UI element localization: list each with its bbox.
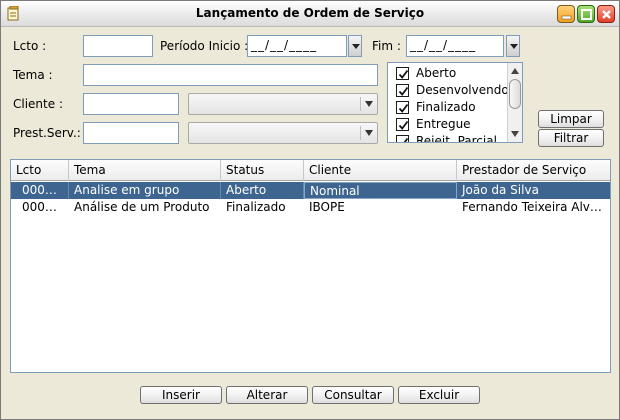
status-finalizado-label: Finalizado [416, 100, 476, 114]
alterar-button[interactable]: Alterar [226, 386, 308, 404]
checkbox-checked-icon [396, 135, 409, 142]
title-bar[interactable]: Lançamento de Ordem de Serviço [1, 1, 619, 27]
cell-tema: Analise em grupo [69, 182, 221, 199]
cell-prestador: Fernando Teixeira Alves... [462, 200, 607, 214]
inserir-button[interactable]: Inserir [140, 386, 222, 404]
table-row[interactable]: 000015 Análise de um Produto Finalizado … [11, 199, 610, 216]
periodo-label: Período Inicio : [160, 39, 249, 53]
status-checklist: Aberto Desenvolvendo Finalizado Entregue… [387, 62, 523, 143]
column-header-prestador[interactable]: Prestador de Serviço [457, 160, 610, 181]
cliente-label: Cliente : [13, 97, 63, 111]
filtrar-button[interactable]: Filtrar [538, 129, 604, 147]
lcto-label: Lcto : [13, 39, 47, 53]
scroll-up-icon[interactable] [511, 68, 519, 74]
lcto-input[interactable] [83, 35, 153, 57]
prest-serv-combo-separator [360, 126, 361, 140]
cell-prestador: João da Silva [462, 183, 539, 197]
tema-input[interactable] [83, 64, 378, 86]
fim-label: Fim : [372, 39, 401, 53]
close-button[interactable] [597, 5, 615, 23]
periodo-inicio-dropdown-icon[interactable] [348, 35, 362, 57]
checkbox-checked-icon [396, 67, 409, 80]
status-desenvolvendo-label: Desenvolvendo [416, 83, 509, 97]
fim-field[interactable]: __/__/____ [406, 35, 504, 57]
column-header-tema[interactable]: Tema [69, 160, 221, 181]
minimize-button[interactable] [557, 5, 575, 23]
tema-label: Tema : [13, 68, 53, 82]
column-header-status[interactable]: Status [221, 160, 304, 181]
limpar-button[interactable]: Limpar [538, 110, 604, 128]
cell-cliente: Nominal [304, 182, 457, 199]
checkbox-checked-icon [396, 101, 409, 114]
status-rejeit-parcial-label: Rejeit. Parcial [416, 134, 497, 143]
cell-lcto: 000015 [22, 200, 68, 214]
status-entregue-label: Entregue [416, 117, 471, 131]
scroll-thumb[interactable] [509, 79, 521, 109]
checkbox-checked-icon [396, 118, 409, 131]
prest-serv-combo[interactable] [188, 122, 378, 144]
chevron-down-icon [365, 101, 373, 107]
table-row[interactable]: 000020 Analise em grupo Aberto Nominal J… [11, 182, 610, 199]
window-title: Lançamento de Ordem de Serviço [195, 6, 425, 20]
scroll-down-icon[interactable] [511, 131, 519, 137]
cell-tema: Análise de um Produto [74, 200, 210, 214]
status-aberto-label: Aberto [416, 66, 457, 80]
cell-cliente: IBOPE [309, 200, 345, 214]
checkbox-checked-icon [396, 84, 409, 97]
chevron-down-icon [365, 130, 373, 136]
results-table: Lcto Tema Status Cliente Prestador de Se… [10, 159, 611, 373]
prest-serv-label: Prest.Serv.: [13, 126, 81, 140]
column-header-lcto[interactable]: Lcto [11, 160, 69, 181]
excluir-button[interactable]: Excluir [398, 386, 480, 404]
prest-serv-input[interactable] [83, 122, 179, 144]
status-scrollbar[interactable] [507, 63, 522, 142]
cell-status: Aberto [221, 182, 304, 199]
main-window: Lançamento de Ordem de Serviço Lcto : Pe… [0, 0, 620, 420]
fim-dropdown-icon[interactable] [506, 35, 520, 57]
cell-lcto: 000020 [11, 182, 69, 199]
column-header-cliente[interactable]: Cliente [304, 160, 457, 181]
cell-status: Finalizado [226, 200, 286, 214]
cliente-combo-separator [360, 97, 361, 111]
table-header: Lcto Tema Status Cliente Prestador de Se… [11, 160, 610, 181]
cliente-input[interactable] [83, 93, 179, 115]
consultar-button[interactable]: Consultar [312, 386, 394, 404]
maximize-button[interactable] [577, 5, 595, 23]
cliente-combo[interactable] [188, 93, 378, 115]
periodo-inicio-field[interactable]: __/__/____ [247, 35, 347, 57]
